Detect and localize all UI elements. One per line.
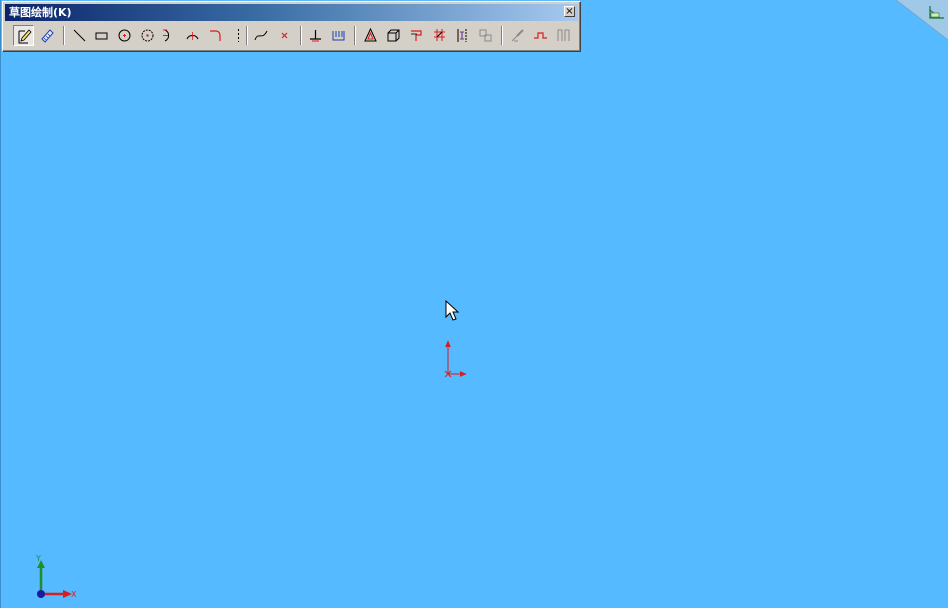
reference-triad: Y X [29,550,85,604]
centerpoint-arc-button[interactable] [159,25,180,46]
rectangle-icon [95,32,108,40]
trim-button[interactable] [305,25,326,46]
sketch-icon [18,29,32,44]
convert-entities-icon [411,30,422,41]
centerpoint-arc-icon [163,29,170,42]
toolbar-separator [246,26,248,45]
point-button[interactable] [274,25,295,46]
move-entities-button[interactable] [429,25,450,46]
toolbar-separator [501,26,503,45]
split-entities-button[interactable] [530,25,551,46]
graphics-area[interactable]: 草图绘制(K) × Y X [0,0,948,608]
smart-dimension-button[interactable] [37,25,58,46]
spline-icon [254,30,268,41]
sketch-slot-button[interactable] [553,25,574,46]
split-entities-icon [534,32,547,39]
centerline-icon [238,29,239,42]
circle-button[interactable] [114,25,135,46]
sketch-slot-icon [557,29,570,41]
linear-pattern-icon [457,29,467,42]
toolbar-separator [63,26,65,45]
line-icon [73,29,86,42]
perimeter-circle-button[interactable] [137,25,158,46]
point-icon [281,32,288,39]
toolbar-separator [354,26,356,45]
toolbar-close-button[interactable]: × [564,6,575,17]
add-relation-button[interactable] [475,25,496,46]
trim-icon [310,30,321,42]
add-relation-icon [479,29,492,42]
line-button[interactable] [69,25,90,46]
move-entities-icon [434,29,445,41]
modify-sketch-button[interactable] [507,25,528,46]
modify-sketch-icon [511,29,524,42]
three-point-arc-icon [186,32,199,40]
mirror-button[interactable] [383,25,404,46]
extend-icon [332,31,345,41]
view-orientation-corner[interactable] [895,0,948,41]
fillet-button[interactable] [205,25,226,46]
toolbar-title: 草图绘制(K) [9,6,72,19]
sketch-origin-icon [444,340,467,378]
sketch-button[interactable] [13,25,34,46]
toolbar-separator [300,26,302,45]
perimeter-circle-icon [141,29,154,42]
triad-x-label: X [71,590,77,599]
three-point-arc-button[interactable] [182,25,203,46]
spline-button[interactable] [251,25,272,46]
fillet-icon [210,30,221,41]
offset-entities-icon [364,27,377,42]
mirror-icon [387,29,400,42]
linear-pattern-button[interactable] [452,25,473,46]
offset-entities-button[interactable] [360,25,381,46]
toolbar-titlebar[interactable]: 草图绘制(K) × [5,4,578,21]
rectangle-button[interactable] [91,25,112,46]
sketch-toolbar: 草图绘制(K) × [2,1,581,52]
convert-entities-button[interactable] [406,25,427,46]
toolbar-buttons [5,24,577,48]
extend-button[interactable] [328,25,349,46]
circle-icon [118,29,131,42]
view-corner-icon [895,0,948,41]
triad-y-label: Y [36,554,41,563]
mouse-pointer-icon [445,300,460,321]
smart-dimension-icon [41,29,54,43]
